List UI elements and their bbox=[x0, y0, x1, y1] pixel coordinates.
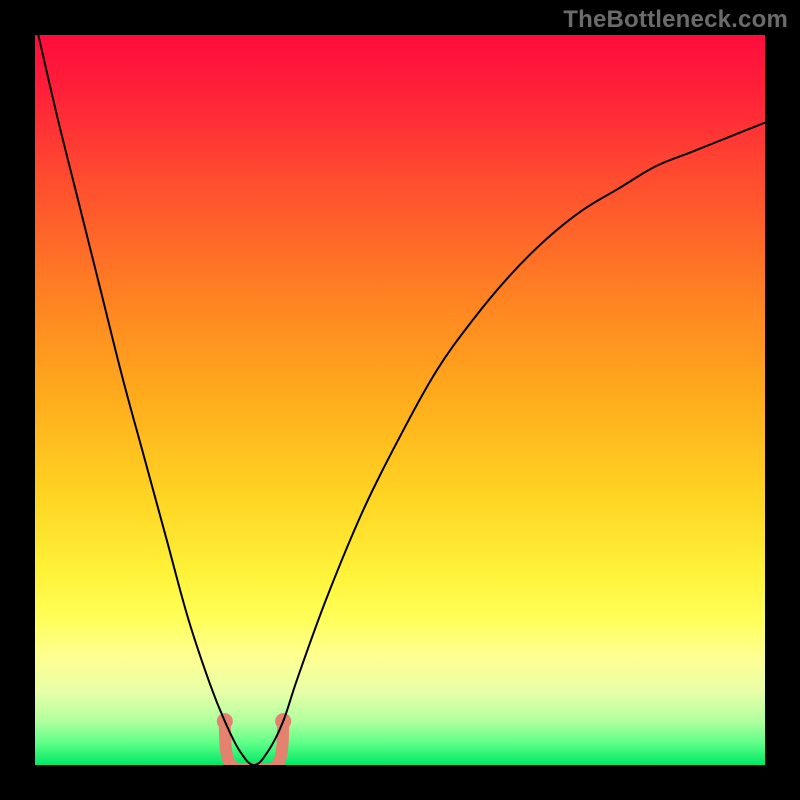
bottleneck-curve bbox=[35, 35, 765, 765]
curve-line bbox=[35, 35, 765, 765]
watermark-text: TheBottleneck.com bbox=[563, 6, 788, 34]
min-marker bbox=[217, 713, 291, 765]
chart-frame: TheBottleneck.com bbox=[0, 0, 800, 800]
plot-area bbox=[35, 35, 765, 765]
